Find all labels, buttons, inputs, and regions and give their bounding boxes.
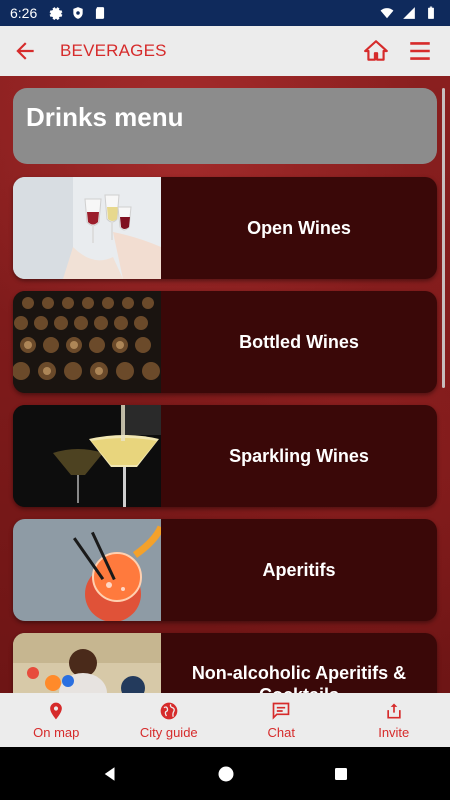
menu-item-sparkling-wines[interactable]: Sparkling Wines <box>13 405 437 507</box>
app-bar: BEVERAGES <box>0 26 450 76</box>
header-card: Drinks menu <box>13 88 437 164</box>
menu-item-label: Aperitifs <box>262 560 336 580</box>
page-title: BEVERAGES <box>60 41 167 60</box>
share-icon <box>387 703 401 718</box>
nav-city-guide[interactable]: City guide <box>113 693 226 747</box>
globe-icon <box>160 702 178 719</box>
signal-icon <box>403 7 415 19</box>
nav-label: On map <box>33 724 80 740</box>
sd-card-icon <box>96 7 105 19</box>
nav-label: Chat <box>267 724 295 740</box>
back-arrow-icon <box>16 42 34 60</box>
system-navigation-bar <box>0 747 450 800</box>
map-pin-icon <box>50 702 63 719</box>
nav-invite[interactable]: Invite <box>338 693 450 747</box>
nav-label: City guide <box>139 724 198 740</box>
aperitifs-image <box>13 519 161 621</box>
menu-item-label: Bottled Wines <box>239 332 359 352</box>
menu-item-label: Non-alcoholic Aperitifs & Cocktails <box>191 663 407 693</box>
scrollbar[interactable] <box>442 88 445 388</box>
system-recents-button[interactable] <box>333 766 349 782</box>
menu-item-label: Open Wines <box>247 218 351 238</box>
nav-chat[interactable]: Chat <box>225 693 338 747</box>
menu-item-open-wines[interactable]: Open Wines <box>13 177 437 279</box>
nav-on-map[interactable]: On map <box>0 693 113 747</box>
bottom-navigation: On map City guide Chat Invite <box>0 693 450 747</box>
battery-icon <box>428 6 434 19</box>
settings-gear-icon <box>49 7 63 20</box>
menu-item-label: Sparkling Wines <box>229 446 369 466</box>
home-button[interactable] <box>358 33 394 69</box>
home-icon <box>364 40 388 61</box>
system-back-button[interactable] <box>101 765 119 783</box>
status-icons-right <box>380 6 438 20</box>
menu-item-bottled-wines[interactable]: Bottled Wines <box>13 291 437 393</box>
back-button[interactable] <box>0 26 50 76</box>
wifi-icon <box>380 8 394 19</box>
open-wines-image <box>13 177 161 279</box>
status-bar: 6:26 <box>0 0 450 26</box>
hamburger-menu-icon <box>410 42 430 60</box>
sparkling-wines-image <box>13 405 161 507</box>
shield-icon <box>73 7 83 19</box>
back-triangle-icon <box>104 766 115 781</box>
status-time: 6:26 <box>10 5 38 21</box>
bottled-wines-image <box>13 291 161 393</box>
content-area[interactable]: Drinks menu Open Wines Bottled Wines Spa… <box>0 76 450 693</box>
chat-icon <box>272 702 290 720</box>
menu-item-non-alcoholic[interactable]: Non-alcoholic Aperitifs & Cocktails <box>13 633 437 693</box>
non-alcoholic-image <box>13 633 161 693</box>
recents-square-icon <box>335 767 347 780</box>
status-icons-left <box>49 6 107 20</box>
menu-item-aperitifs[interactable]: Aperitifs <box>13 519 437 621</box>
system-home-button[interactable] <box>217 765 235 783</box>
menu-button[interactable] <box>402 33 438 69</box>
nav-label: Invite <box>378 724 410 740</box>
home-circle-icon <box>218 766 234 781</box>
section-heading: Drinks menu <box>26 102 184 132</box>
